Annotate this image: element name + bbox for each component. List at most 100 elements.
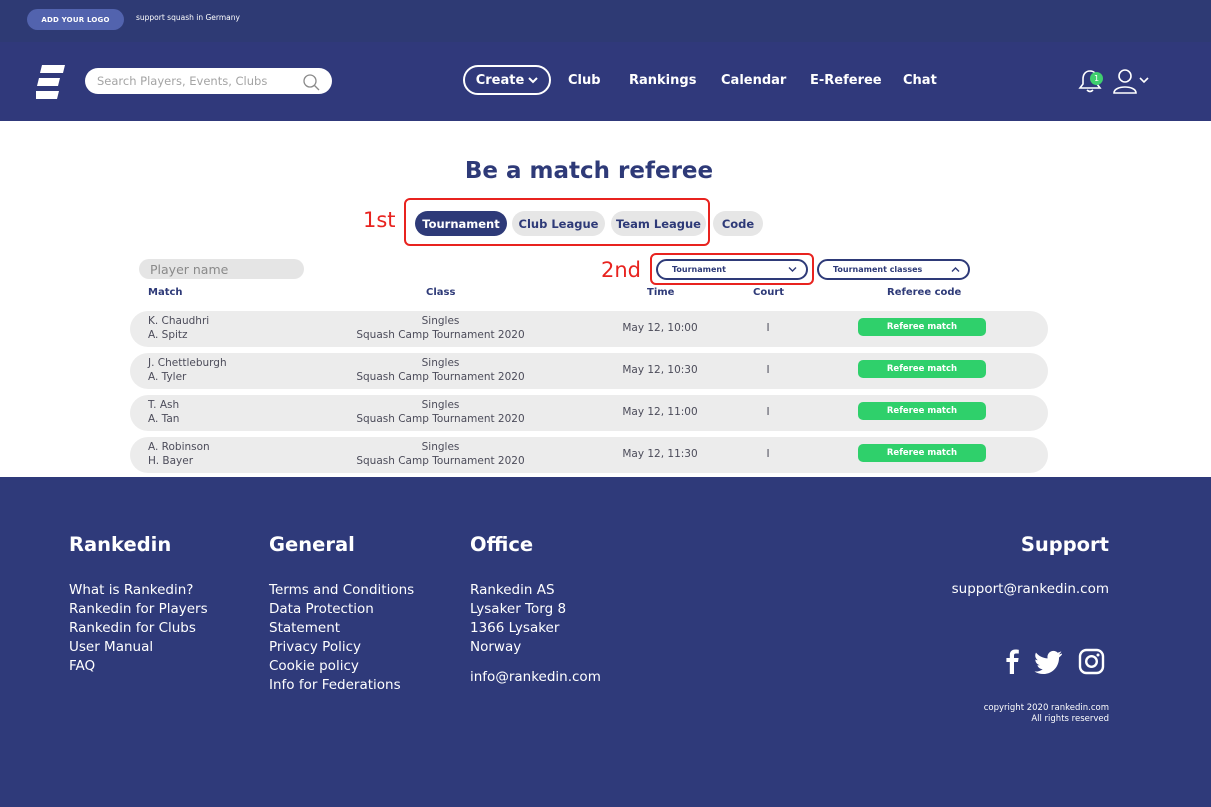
player-one: K. Chaudhri — [148, 315, 210, 327]
annotation-label-first: 1st — [363, 208, 396, 232]
column-header-court: Court — [753, 287, 785, 298]
notification-badge: 1 — [1090, 72, 1103, 85]
chevron-down-icon — [528, 77, 538, 84]
footer-link[interactable]: Info for Federations — [269, 676, 414, 695]
main-header: Create Club Rankings Calendar E-Referee … — [0, 42, 1211, 121]
nav-rankings[interactable]: Rankings — [629, 73, 696, 88]
chevron-down-icon — [788, 267, 797, 272]
tournament-classes-dropdown[interactable]: Tournament classes — [817, 259, 970, 280]
add-logo-button[interactable]: ADD YOUR LOGO — [27, 9, 124, 30]
tournament-type-dropdown[interactable]: Tournament — [656, 259, 808, 280]
top-strip: ADD YOUR LOGO support squash in Germany — [0, 0, 1211, 42]
twitter-icon[interactable] — [1034, 648, 1063, 675]
annotation-label-second: 2nd — [601, 258, 642, 282]
table-row: A. Robinson H. Bayer Singles Squash Camp… — [130, 437, 1048, 473]
tournament-type-value: Tournament — [672, 265, 726, 274]
tab-tournament[interactable]: Tournament — [415, 211, 507, 236]
footer-link[interactable]: Rankedin for Clubs — [69, 619, 208, 638]
rights-line: All rights reserved — [1031, 714, 1109, 724]
footer-general-title: General — [269, 533, 355, 556]
match-time: May 12, 11:30 — [622, 448, 698, 460]
search-input[interactable] — [97, 72, 297, 90]
nav-calendar[interactable]: Calendar — [721, 73, 786, 88]
match-court: I — [766, 448, 770, 460]
footer-office-title: Office — [470, 533, 534, 556]
search-icon[interactable] — [302, 73, 320, 91]
address-line: 1366 Lysaker — [470, 620, 560, 636]
support-email-link[interactable]: support@rankedin.com — [952, 581, 1109, 597]
match-court: I — [766, 364, 770, 376]
create-label: Create — [475, 72, 525, 88]
table-row: J. Chettleburgh A. Tyler Singles Squash … — [130, 353, 1048, 389]
player-two: H. Bayer — [148, 455, 194, 467]
nav-club[interactable]: Club — [568, 73, 601, 88]
nav-chat[interactable]: Chat — [903, 73, 937, 88]
copyright-text: copyright 2020 rankedin.com All rights r… — [984, 703, 1109, 725]
column-header-match: Match — [148, 287, 183, 298]
footer-link[interactable]: Rankedin for Players — [69, 600, 208, 619]
match-court: I — [766, 406, 770, 418]
footer-link[interactable]: Data Protection — [269, 600, 414, 619]
address-line: Norway — [470, 639, 522, 655]
support-text: support squash in Germany — [136, 13, 240, 22]
instagram-icon[interactable] — [1078, 648, 1105, 675]
referee-match-button[interactable]: Referee match — [858, 318, 986, 336]
tournament-classes-value: Tournament classes — [833, 265, 923, 274]
footer-link[interactable]: User Manual — [69, 638, 208, 657]
facebook-icon[interactable] — [999, 648, 1026, 675]
address-line: Rankedin AS — [470, 582, 555, 598]
referee-match-button[interactable]: Referee match — [858, 444, 986, 462]
nav-e-referee[interactable]: E-Referee — [810, 73, 882, 88]
player-one: T. Ash — [148, 399, 180, 411]
footer-link[interactable]: Statement — [269, 619, 414, 638]
match-court: I — [766, 322, 770, 334]
footer-rankedin-links: What is Rankedin? Rankedin for Players R… — [69, 581, 208, 676]
player-name-input[interactable]: Player name — [139, 259, 304, 279]
footer-link[interactable]: Cookie policy — [269, 657, 414, 676]
referee-match-button[interactable]: Referee match — [858, 402, 986, 420]
tab-team-league[interactable]: Team League — [611, 211, 706, 236]
office-email-link[interactable]: info@rankedin.com — [470, 669, 601, 685]
address-line: Lysaker Torg 8 — [470, 601, 567, 617]
player-two: A. Tyler — [148, 371, 187, 383]
player-one: A. Robinson — [148, 441, 210, 453]
chevron-up-icon — [951, 267, 960, 272]
footer: Rankedin What is Rankedin? Rankedin for … — [0, 477, 1211, 807]
table-row: T. Ash A. Tan Singles Squash Camp Tourna… — [130, 395, 1048, 431]
column-header-referee-code: Referee code — [887, 287, 962, 298]
table-row: K. Chaudhri A. Spitz Singles Squash Camp… — [130, 311, 1048, 347]
tab-code[interactable]: Code — [713, 211, 763, 236]
referee-match-button[interactable]: Referee match — [858, 360, 986, 378]
player-two: A. Tan — [148, 413, 180, 425]
footer-general-links: Terms and Conditions Data Protection Sta… — [269, 581, 414, 695]
tournament-name: Squash Camp Tournament 2020 — [356, 371, 525, 383]
footer-link[interactable]: FAQ — [69, 657, 208, 676]
tab-club-league[interactable]: Club League — [512, 211, 605, 236]
page-title: Be a match referee — [464, 158, 714, 184]
user-icon[interactable] — [1111, 68, 1139, 94]
match-time: May 12, 10:30 — [622, 364, 698, 376]
tournament-name: Squash Camp Tournament 2020 — [356, 413, 525, 425]
footer-link[interactable]: Privacy Policy — [269, 638, 414, 657]
column-header-time: Time — [647, 287, 675, 298]
chevron-down-icon[interactable] — [1139, 76, 1149, 84]
match-time: May 12, 11:00 — [622, 406, 698, 418]
footer-rankedin-title: Rankedin — [69, 533, 172, 556]
class-type: Singles — [421, 441, 460, 453]
match-time: May 12, 10:00 — [622, 322, 698, 334]
footer-office-address: Rankedin AS Lysaker Torg 8 1366 Lysaker … — [470, 581, 566, 657]
class-type: Singles — [421, 399, 460, 411]
copyright-line: copyright 2020 rankedin.com — [983, 703, 1109, 713]
tournament-name: Squash Camp Tournament 2020 — [356, 455, 525, 467]
brand-logo-icon[interactable] — [36, 65, 65, 99]
class-type: Singles — [421, 357, 460, 369]
search-box — [85, 68, 332, 94]
class-type: Singles — [421, 315, 460, 327]
player-one: J. Chettleburgh — [148, 357, 227, 369]
footer-link[interactable]: What is Rankedin? — [69, 581, 208, 600]
tournament-name: Squash Camp Tournament 2020 — [356, 329, 525, 341]
create-button[interactable]: Create — [463, 65, 551, 95]
column-header-class: Class — [426, 287, 456, 298]
footer-support-title: Support — [1020, 533, 1109, 556]
footer-link[interactable]: Terms and Conditions — [269, 581, 414, 600]
